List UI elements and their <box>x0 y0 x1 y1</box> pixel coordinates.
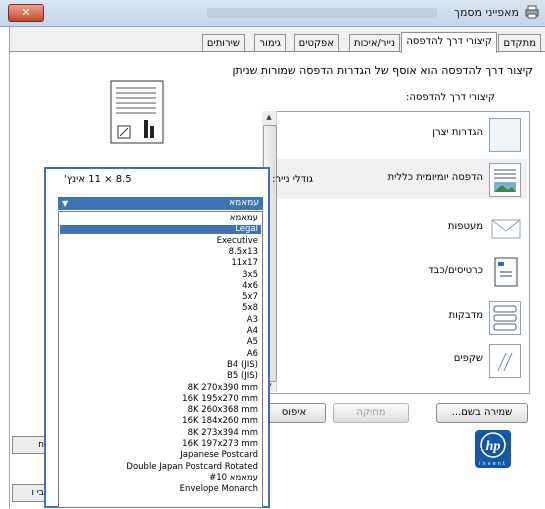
tab-services[interactable]: שירותים <box>201 34 245 52</box>
paper-size-option[interactable]: 16K 197x273 mm <box>180 440 260 449</box>
printer-icon <box>525 5 539 19</box>
paper-size-option[interactable]: A5 <box>245 338 260 347</box>
tab-finishing[interactable]: גימור <box>254 34 286 52</box>
paper-size-option[interactable]: Japanese Postcard <box>178 451 260 460</box>
paper-size-option[interactable]: 8K 273x394 mm <box>186 428 260 438</box>
transparency-icon <box>489 344 521 378</box>
paper-size-option[interactable]: 5x8 <box>240 304 260 313</box>
shortcut-description: קיצור דרך להדפסה הוא אוסף של הגדרות הדפס… <box>232 64 533 77</box>
tab-paper-quality[interactable]: נייר/איכות <box>349 34 400 52</box>
document-preview-icon <box>110 80 164 144</box>
paper-size-option[interactable]: 16K 195x270 mm <box>180 394 260 404</box>
tab-advanced[interactable]: מתקדם <box>498 34 541 52</box>
paper-size-option[interactable]: עמאמא #10 <box>207 473 260 483</box>
paper-size-option[interactable]: 8K 260x368 mm <box>186 406 260 415</box>
shortcut-item-factory-defaults[interactable]: הגדרות יצרן <box>277 114 527 154</box>
chevron-down-icon: ▼ <box>62 199 69 208</box>
shortcut-item-everyday-printing[interactable]: הדפסה יומיומית כללית <box>277 159 527 199</box>
tab-printing-shortcuts[interactable]: קיצורי דרך להדפסה <box>401 32 497 53</box>
everyday-printing-icon <box>489 163 521 197</box>
scroll-up-icon[interactable]: ▲ <box>262 111 276 123</box>
envelope-icon <box>491 219 521 239</box>
shortcut-item-transparencies[interactable]: שקפים <box>277 340 527 380</box>
hp-logo: hp invent <box>475 430 511 468</box>
paper-size-option[interactable]: A3 <box>245 315 260 325</box>
reset-button[interactable]: איפוס <box>262 403 326 423</box>
clipped-button-upper[interactable]: ח <box>12 436 44 454</box>
paper-size-option[interactable]: B5 (JIS) <box>225 372 260 381</box>
svg-text:hp: hp <box>486 439 501 454</box>
paper-size-option[interactable]: 4x6 <box>240 281 260 291</box>
paper-size-option[interactable]: 16K 184x260 mm <box>180 417 260 426</box>
paper-size-option[interactable]: 8.5x13 <box>227 247 260 257</box>
save-as-button[interactable]: שמירה בשם... <box>436 403 528 423</box>
close-button[interactable]: ✕ <box>8 4 44 22</box>
paper-size-option[interactable]: 5x7 <box>240 293 260 302</box>
paper-size-option[interactable]: 11x17 <box>229 259 260 268</box>
paper-size-option[interactable]: עמאמא <box>228 214 260 223</box>
delete-button[interactable]: מחיקה <box>333 403 409 423</box>
close-icon: ✕ <box>21 6 31 19</box>
hp-logo-icon: hp <box>480 432 506 458</box>
paper-size-option[interactable]: A4 <box>245 327 260 336</box>
paper-size-dropdown-list[interactable]: עמאמא Legal Executive 8.5x13 11x17 3x5 4x6 5x7 5… <box>58 211 263 508</box>
paper-size-option[interactable]: Legal <box>60 225 261 235</box>
clipped-button-lower[interactable]: בי ו <box>12 484 44 502</box>
shortcut-item-envelopes[interactable]: מעטפות <box>277 208 527 248</box>
paper-size-option[interactable]: Double Japan Postcard Rotated <box>124 462 260 472</box>
shortcut-item-cardstock[interactable]: כרטיסים/כבד <box>277 252 527 292</box>
paper-dimensions: 8.5 × 11 אינץ' <box>64 174 132 185</box>
window-title: מאפייני מסמך <box>454 6 519 19</box>
title-blur <box>207 8 437 18</box>
paper-size-label: גודלי נייר: <box>272 174 313 185</box>
paper-size-option[interactable]: Executive <box>215 236 260 246</box>
paper-size-select[interactable]: עמאמא ▼ <box>58 197 263 210</box>
shortcut-item-labels[interactable]: מדבקות <box>277 297 527 337</box>
paper-size-option[interactable]: B4 (JIS) <box>225 360 260 370</box>
factory-defaults-icon <box>489 118 521 152</box>
tab-effects[interactable]: אפקטים <box>293 34 339 52</box>
cardstock-icon <box>494 257 518 287</box>
shortcuts-list-label: קיצורי דרך להדפסה: <box>405 92 495 103</box>
paper-size-option[interactable]: 3x5 <box>240 270 260 280</box>
paper-size-option[interactable]: A6 <box>245 349 260 359</box>
paper-size-option[interactable]: 8K 270x390 mm <box>186 383 260 393</box>
paper-size-option[interactable]: Envelope Monarch <box>178 485 260 494</box>
labels-icon <box>489 301 521 335</box>
